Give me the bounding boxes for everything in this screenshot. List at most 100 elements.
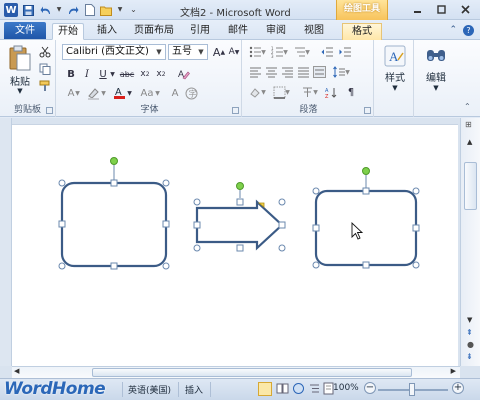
- decrease-indent-icon[interactable]: [320, 45, 334, 59]
- clipboard-launcher-icon[interactable]: [46, 107, 53, 114]
- change-case-icon[interactable]: Aa: [140, 86, 154, 100]
- undo-icon[interactable]: [39, 4, 52, 17]
- paste-icon[interactable]: [6, 43, 34, 73]
- underline-dropdown-icon[interactable]: ▼: [109, 67, 116, 81]
- format-painter-icon[interactable]: [38, 79, 52, 93]
- zoom-level[interactable]: 100%: [333, 383, 359, 393]
- zoom-out-icon[interactable]: −: [364, 382, 376, 394]
- sort-icon[interactable]: AZ: [324, 85, 338, 99]
- scroll-left-icon[interactable]: ◀: [14, 367, 19, 375]
- character-shading-icon[interactable]: A: [168, 86, 182, 100]
- language-status[interactable]: 英语(美国): [128, 383, 171, 396]
- increase-indent-icon[interactable]: [338, 45, 352, 59]
- tab-review[interactable]: 审阅: [262, 23, 290, 40]
- tab-insert[interactable]: 插入: [92, 23, 122, 40]
- undo-dropdown-icon[interactable]: ▼: [56, 4, 62, 17]
- print-layout-view-icon[interactable]: [258, 382, 272, 396]
- rounded-rectangle-shape-right[interactable]: [312, 167, 420, 269]
- highlight-dropdown-icon[interactable]: ▼: [100, 86, 107, 100]
- styles-icon[interactable]: A: [383, 44, 407, 68]
- styles-button[interactable]: 样式: [376, 70, 414, 84]
- horizontal-scrollbar[interactable]: ◀ ▶: [12, 366, 460, 378]
- scroll-up-icon[interactable]: ▲: [467, 138, 472, 146]
- font-name-combo[interactable]: Calibri (西文正文) ▼: [62, 44, 166, 60]
- strikethrough-icon[interactable]: abc: [120, 67, 134, 81]
- distributed-icon[interactable]: [312, 65, 326, 79]
- vertical-scroll-thumb[interactable]: [464, 162, 477, 210]
- highlight-icon[interactable]: [86, 86, 100, 100]
- scroll-down-icon[interactable]: ▼: [467, 316, 472, 324]
- zoom-in-icon[interactable]: +: [452, 382, 464, 394]
- paste-dropdown-icon[interactable]: ▼: [12, 86, 28, 96]
- numbering-dropdown-icon[interactable]: ▼: [282, 45, 289, 59]
- superscript-icon[interactable]: x2: [154, 67, 168, 81]
- full-screen-reading-icon[interactable]: [276, 382, 290, 396]
- web-layout-icon[interactable]: [292, 382, 306, 396]
- grow-font-icon[interactable]: A ▲: [212, 45, 226, 59]
- new-doc-icon[interactable]: [83, 4, 96, 17]
- font-size-combo[interactable]: 五号 ▼: [168, 44, 208, 60]
- cut-icon[interactable]: [38, 45, 52, 59]
- multilevel-list-dropdown-icon[interactable]: ▼: [304, 45, 311, 59]
- copy-icon[interactable]: [38, 62, 52, 76]
- subscript-icon[interactable]: x2: [138, 67, 152, 81]
- select-browse-object-icon[interactable]: ●: [467, 340, 474, 349]
- bullets-dropdown-icon[interactable]: ▼: [260, 45, 267, 59]
- close-icon[interactable]: [454, 2, 476, 16]
- justify-icon[interactable]: [296, 65, 310, 79]
- right-arrow-shape[interactable]: [193, 182, 286, 252]
- tab-mailings[interactable]: 邮件: [224, 23, 252, 40]
- align-center-icon[interactable]: [264, 65, 278, 79]
- rotate-handle-right[interactable]: [362, 167, 370, 175]
- collapse-ribbon-icon[interactable]: ⌃: [464, 102, 471, 111]
- minimize-ribbon-icon[interactable]: ⌃: [449, 25, 457, 36]
- show-hide-marks-icon[interactable]: ¶: [344, 85, 358, 99]
- styles-dropdown-icon[interactable]: ▼: [387, 83, 403, 93]
- redo-icon[interactable]: [66, 4, 79, 17]
- paragraph-launcher-icon[interactable]: [364, 107, 371, 114]
- text-effects-dropdown-icon[interactable]: ▼: [74, 86, 81, 100]
- help-icon[interactable]: ?: [463, 25, 474, 36]
- open-icon[interactable]: [100, 4, 113, 17]
- shrink-font-icon[interactable]: A ▼: [227, 45, 241, 59]
- rounded-rectangle-shape-left[interactable]: [58, 157, 170, 270]
- enclose-character-icon[interactable]: 字: [184, 86, 198, 100]
- word-icon[interactable]: W: [4, 3, 18, 17]
- scroll-right-icon[interactable]: ▶: [451, 367, 456, 375]
- tab-references[interactable]: 引用: [186, 23, 214, 40]
- find-icon[interactable]: [424, 44, 448, 68]
- align-right-icon[interactable]: [280, 65, 294, 79]
- vertical-scrollbar[interactable]: ⊞ ▲ ▼ ⇞ ● ⇟: [460, 118, 480, 366]
- rotate-handle-left[interactable]: [110, 157, 118, 165]
- shading-dropdown-icon[interactable]: ▼: [260, 85, 267, 99]
- zoom-slider-thumb[interactable]: [409, 383, 415, 396]
- clear-formatting-icon[interactable]: A: [176, 66, 190, 80]
- minimize-icon[interactable]: [406, 2, 428, 16]
- insert-mode-status[interactable]: 插入: [185, 383, 203, 396]
- outline-view-icon[interactable]: [308, 382, 322, 396]
- maximize-icon[interactable]: [430, 2, 452, 16]
- tab-home[interactable]: 开始: [52, 23, 84, 40]
- customize-qat-icon[interactable]: ⌄: [127, 4, 140, 17]
- italic-icon[interactable]: I: [80, 67, 94, 81]
- chinese-layout-dropdown-icon[interactable]: ▼: [312, 85, 319, 99]
- bold-icon[interactable]: B: [64, 67, 78, 81]
- next-page-icon[interactable]: ⇟: [466, 352, 473, 361]
- paste-button[interactable]: 粘贴: [4, 74, 36, 88]
- font-color-dropdown-icon[interactable]: ▼: [126, 86, 133, 100]
- change-case-dropdown-icon[interactable]: ▼: [154, 86, 161, 100]
- tab-page-layout[interactable]: 页面布局: [132, 23, 176, 40]
- font-size-dropdown-icon[interactable]: ▼: [195, 45, 207, 59]
- open-dropdown-icon[interactable]: ▼: [117, 4, 123, 17]
- font-color-icon[interactable]: A: [112, 85, 126, 99]
- font-launcher-icon[interactable]: [232, 107, 239, 114]
- editing-button[interactable]: 编辑: [416, 70, 456, 84]
- underline-icon[interactable]: U: [96, 67, 110, 81]
- horizontal-scroll-thumb[interactable]: [92, 368, 412, 377]
- tab-view[interactable]: 视图: [300, 23, 328, 40]
- line-spacing-dropdown-icon[interactable]: ▼: [344, 65, 351, 79]
- save-icon[interactable]: [22, 4, 35, 17]
- tab-format[interactable]: 格式: [342, 23, 382, 40]
- font-name-dropdown-icon[interactable]: ▼: [153, 45, 165, 59]
- align-left-icon[interactable]: [248, 65, 262, 79]
